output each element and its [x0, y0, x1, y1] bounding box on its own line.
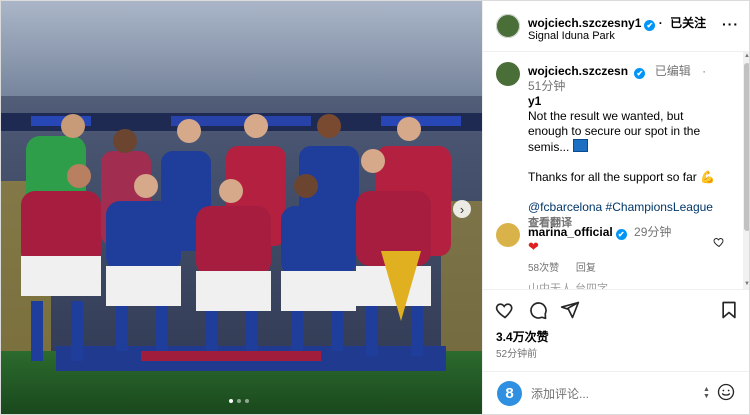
comment-likes[interactable]: 58次赞 — [528, 263, 559, 274]
author-line: wojciech.szczesny1 ✔ · 已关注 — [528, 16, 707, 31]
share-icon[interactable] — [560, 300, 580, 320]
edited-label: 已编辑 — [654, 64, 691, 78]
team-photo-illustration — [1, 1, 482, 414]
caption-line-2: Thanks for all the support so far 💪 — [528, 170, 716, 184]
carousel-dot-2 — [237, 399, 241, 403]
smile-icon[interactable] — [717, 383, 735, 401]
author-username[interactable]: wojciech.szczesny1 — [528, 16, 641, 30]
commenter-avatar[interactable] — [496, 223, 520, 247]
comment-icon[interactable] — [528, 300, 548, 320]
bookmark-icon[interactable] — [719, 300, 739, 320]
flag-emoji-icon — [572, 139, 588, 152]
verified-icon: ✔ — [644, 20, 656, 31]
input-spinner-icon[interactable]: ▲ ▼ — [703, 386, 710, 400]
red-heart-emoji-icon: ❤ — [528, 239, 539, 254]
app-logo-icon: 8 — [497, 381, 522, 406]
commenter-username[interactable]: marina_official — [528, 225, 613, 239]
carousel-dots — [229, 399, 249, 403]
carousel-dot-1 — [229, 399, 233, 403]
carousel-dot-3 — [245, 399, 249, 403]
scroll-down-icon[interactable]: ▼ — [744, 281, 749, 287]
post-time: 52分钟前 — [496, 349, 538, 360]
caption-username-continued[interactable]: y1 — [528, 94, 718, 109]
flexed-biceps-emoji-icon: 💪 — [700, 170, 716, 184]
post-location[interactable]: Signal Iduna Park — [528, 30, 615, 42]
verified-icon: ✔ — [634, 68, 646, 79]
next-photo-button[interactable]: › — [453, 200, 471, 218]
verified-icon: ✔ — [615, 229, 627, 240]
chevron-right-icon: › — [459, 201, 465, 217]
next-comment-partial: 山中无人 台四字 — [528, 283, 609, 289]
like-count[interactable]: 3.4万次赞 — [496, 328, 549, 345]
author-avatar[interactable] — [496, 14, 520, 38]
caption: wojciech.szczesn ✔ 已编辑 · 51分钟 y1 Not the… — [528, 64, 718, 231]
post-side-panel: wojciech.szczesny1 ✔ · 已关注 Signal Iduna P… — [482, 1, 749, 414]
caption-tags[interactable]: @fcbarcelona #ChampionsLeague — [528, 200, 718, 215]
comment-like-heart-icon[interactable] — [713, 236, 725, 248]
instagram-post-window: › wojciech.szczesny1 ✔ · 已关注 Signal Iduna… — [0, 0, 750, 415]
caption-line-1: Not the result we wanted, but enough to … — [528, 109, 701, 154]
add-comment-bar: 8 ▲▼ — [483, 371, 749, 414]
scroll-up-icon[interactable]: ▲ — [744, 53, 749, 59]
post-header: wojciech.szczesny1 ✔ · 已关注 Signal Iduna P… — [483, 1, 749, 52]
comment-meta: 58次赞 回复 — [528, 259, 610, 274]
caption-username[interactable]: wojciech.szczesn — [528, 64, 628, 78]
follow-status-button[interactable]: 已关注 — [670, 16, 706, 30]
comment-input[interactable] — [531, 384, 691, 404]
comments-list[interactable]: wojciech.szczesn ✔ 已编辑 · 51分钟 y1 Not the… — [483, 52, 749, 289]
post-photo[interactable]: › — [1, 1, 482, 414]
comment-time: 29分钟 — [634, 225, 672, 239]
more-options-icon[interactable]: ··· — [722, 16, 739, 32]
heart-icon[interactable] — [495, 300, 515, 320]
scrollbar-thumb[interactable] — [744, 63, 749, 231]
reply-button[interactable]: 回复 — [576, 263, 596, 274]
caption-author-avatar[interactable] — [496, 62, 520, 86]
post-actions: 3.4万次赞 52分钟前 — [483, 289, 749, 370]
comment-header: marina_official ✔ 29分钟 — [528, 223, 671, 240]
